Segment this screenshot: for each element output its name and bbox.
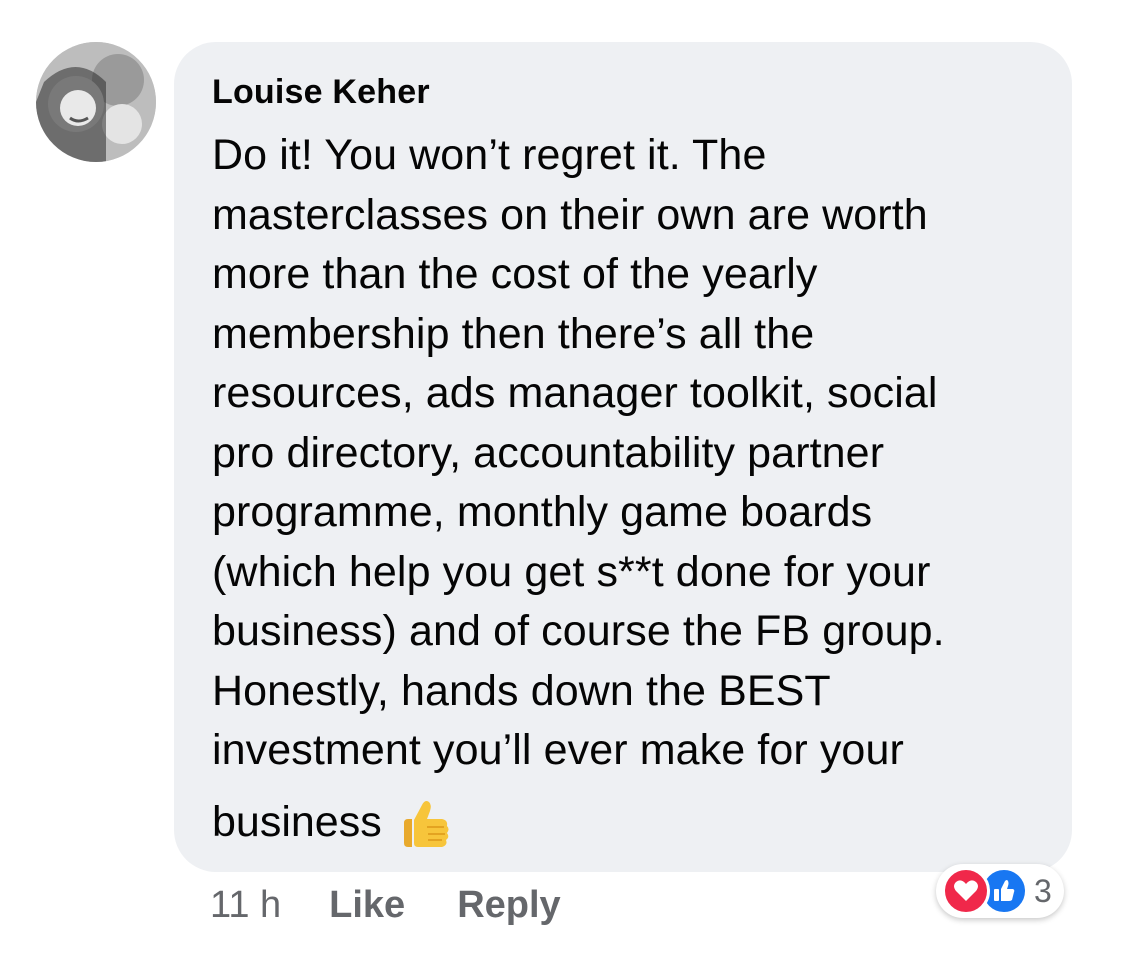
comment-text-tail: business	[212, 793, 1052, 853]
reactions-summary[interactable]: 3	[936, 864, 1064, 918]
comment-bubble: Louise Keher Do it! You won’t regret it.…	[174, 42, 1072, 872]
thumbs-up-icon	[394, 793, 454, 853]
comment-actions: 11 h Like Reply	[210, 882, 613, 928]
reaction-count: 3	[1034, 872, 1052, 909]
like-button[interactable]: Like	[329, 882, 405, 928]
love-reaction-icon	[942, 867, 990, 915]
reply-button[interactable]: Reply	[457, 882, 560, 928]
comment-author[interactable]: Louise Keher	[212, 70, 1052, 114]
comment-timestamp[interactable]: 11 h	[210, 882, 281, 928]
avatar-photo	[36, 42, 156, 162]
comment-tail-text: business	[212, 797, 382, 846]
avatar[interactable]	[36, 42, 156, 162]
comment-text: Do it! You won’t regret it. The mastercl…	[212, 131, 945, 774]
